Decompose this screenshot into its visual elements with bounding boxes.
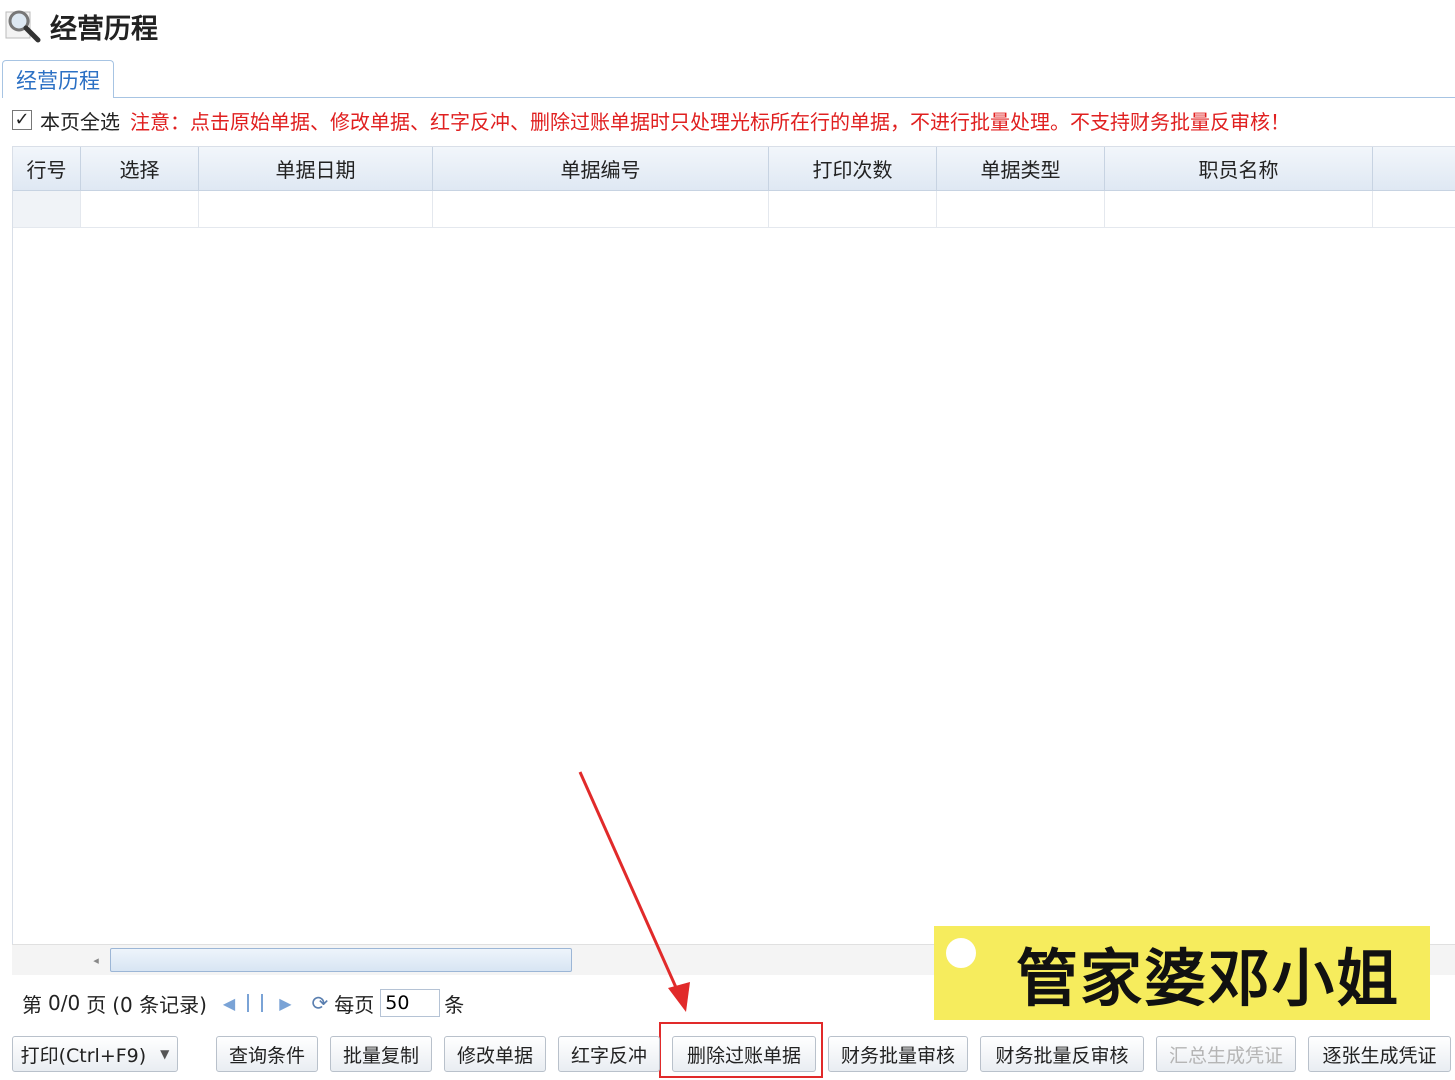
table-cell (937, 191, 1105, 227)
finance-batch-audit-button[interactable]: 财务批量审核 (828, 1036, 968, 1072)
table-row[interactable] (13, 191, 1455, 228)
finance-batch-unaudit-button[interactable]: 财务批量反审核 (980, 1036, 1144, 1072)
documents-table[interactable]: 行号 选择 单据日期 单据编号 打印次数 单据类型 职员名称 (12, 146, 1455, 947)
summary-voucher-button[interactable]: 汇总生成凭证 (1156, 1036, 1296, 1072)
per-page-input[interactable] (380, 989, 441, 1017)
prev-page-icon[interactable]: ◀ (223, 994, 235, 1013)
bullet-dot-icon (942, 934, 980, 972)
pager-page-value: 0/0 (48, 991, 81, 1015)
column-header-row-number[interactable]: 行号 (13, 147, 81, 190)
table-cell (769, 191, 937, 227)
pager-separator (261, 994, 264, 1012)
column-header-select[interactable]: 选择 (81, 147, 199, 190)
next-page-icon[interactable]: ▶ (279, 994, 291, 1013)
watermark-text: 管家婆邓小姐 (1016, 942, 1401, 1015)
notice-text: 注意：点击原始单据、修改单据、红字反冲、删除过账单据时只处理光标所在行的单据，不… (130, 109, 1290, 134)
table-cell (199, 191, 433, 227)
column-header-date[interactable]: 单据日期 (199, 147, 433, 190)
pager-record-count: (0 条记录) (112, 992, 207, 1017)
refresh-icon[interactable]: ⟳ (312, 991, 329, 1015)
tab-business-history[interactable]: 经营历程 (2, 60, 114, 98)
table-header: 行号 选择 单据日期 单据编号 打印次数 单据类型 职员名称 (13, 147, 1455, 191)
delete-posted-document-button[interactable]: 删除过账单据 (672, 1036, 816, 1072)
per-page-unit: 条 (444, 992, 465, 1017)
pager: 第 0/0 页 (0 条记录) ◀ ▶ ⟳ 每页 条 (22, 984, 470, 1022)
column-header-staff[interactable]: 职员名称 (1105, 147, 1373, 190)
scroll-left-icon[interactable]: ◂ (88, 951, 104, 969)
batch-copy-button[interactable]: 批量复制 (330, 1036, 432, 1072)
table-cell (13, 191, 81, 227)
print-button-label: 打印(Ctrl+F9) (20, 1044, 147, 1067)
print-dropdown-button[interactable]: 打印(Ctrl+F9) ▼ (12, 1036, 178, 1072)
search-magnifier-icon (4, 6, 44, 46)
table-cell (433, 191, 769, 227)
column-header-print-count[interactable]: 打印次数 (769, 147, 937, 190)
pager-page-unit: 页 (86, 992, 107, 1017)
watermark-banner: 管家婆邓小姐 (934, 926, 1430, 1020)
annotation-arrow-icon (578, 771, 690, 1012)
page-header: 经营历程 (4, 4, 158, 48)
pager-separator (247, 994, 250, 1012)
red-reverse-button[interactable]: 红字反冲 (558, 1036, 660, 1072)
table-cell (1105, 191, 1373, 227)
chevron-down-icon[interactable]: ▼ (160, 1047, 169, 1061)
page-title: 经营历程 (50, 13, 158, 45)
notice-row: ✓ 本页全选 注意：点击原始单据、修改单据、红字反冲、删除过账单据时只处理光标所… (12, 104, 1290, 136)
table-cell (81, 191, 199, 227)
single-voucher-button[interactable]: 逐张生成凭证 (1308, 1036, 1451, 1072)
bottom-toolbar: 打印(Ctrl+F9) ▼ 查询条件 批量复制 修改单据 红字反冲 删除过账单据… (0, 1036, 1455, 1076)
per-page-label: 每页 (334, 992, 375, 1017)
column-header-extra[interactable] (1373, 147, 1455, 190)
query-conditions-button[interactable]: 查询条件 (216, 1036, 318, 1072)
select-all-label: 本页全选 (40, 109, 120, 134)
table-cell (1373, 191, 1455, 227)
select-all-checkbox[interactable]: ✓ (12, 110, 32, 130)
scrollbar-thumb[interactable] (110, 948, 572, 972)
pager-page-prefix: 第 (22, 992, 42, 1017)
modify-document-button[interactable]: 修改单据 (444, 1036, 546, 1072)
tab-divider (114, 97, 1455, 98)
column-header-type[interactable]: 单据类型 (937, 147, 1105, 190)
column-header-number[interactable]: 单据编号 (433, 147, 769, 190)
